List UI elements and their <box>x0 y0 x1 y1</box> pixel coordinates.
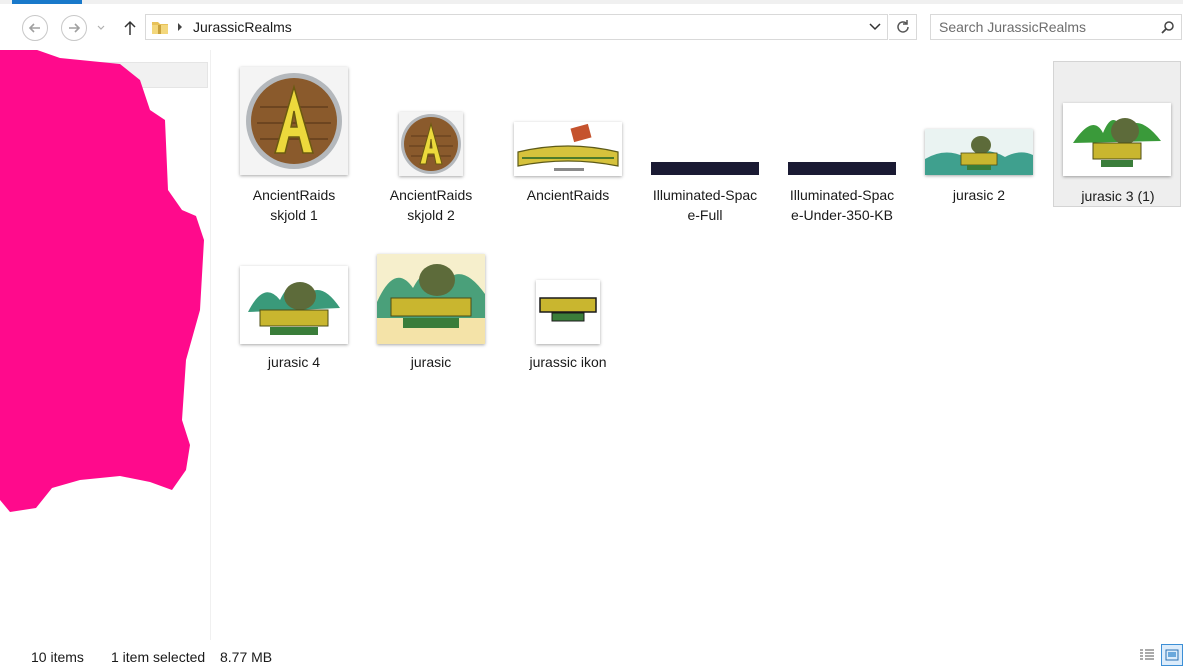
file-item[interactable]: Illuminated-Spac e-Full <box>641 62 769 223</box>
ribbon-file-tab-accent[interactable] <box>12 0 82 4</box>
file-name: jurasic 2 <box>952 187 1006 203</box>
image-thumbnail <box>377 254 485 344</box>
file-item[interactable]: jurasic 4 <box>230 228 358 370</box>
folder-icon <box>152 22 168 34</box>
image-thumbnail <box>514 122 622 176</box>
image-thumbnail <box>399 112 463 176</box>
selection-size: 8.77 MB <box>220 649 273 665</box>
file-item[interactable]: jurasic <box>367 228 495 370</box>
back-button[interactable] <box>22 15 48 41</box>
search-icon[interactable] <box>1161 20 1175 34</box>
arrow-right-icon <box>69 23 81 33</box>
up-arrow-icon[interactable] <box>120 18 140 38</box>
file-name: jurasic 3 (1) <box>1081 188 1155 204</box>
image-thumbnail <box>651 162 759 175</box>
file-name: Illuminated-Spac e-Full <box>652 187 758 223</box>
refresh-button[interactable] <box>889 14 917 40</box>
chevron-down-icon[interactable] <box>869 23 881 31</box>
file-item[interactable]: AncientRaids skjold 2 <box>367 62 495 223</box>
details-view-icon <box>1140 649 1154 660</box>
file-name: jurasic <box>410 354 452 370</box>
file-list[interactable]: AncientRaids skjold 1 AncientRaids skjol… <box>211 50 1183 640</box>
breadcrumb-current-folder[interactable]: JurassicRealms <box>193 19 292 35</box>
navigation-bar: JurassicRealms <box>0 6 1183 48</box>
item-count: 10 items <box>31 649 84 665</box>
forward-button[interactable] <box>61 15 87 41</box>
image-thumbnail <box>536 280 600 344</box>
image-thumbnail <box>925 129 1033 175</box>
redaction-scribble <box>0 50 204 512</box>
file-name: AncientRaids skjold 1 <box>252 187 336 223</box>
file-item[interactable]: jurasic 2 <box>915 62 1043 203</box>
file-name: AncientRaids skjold 2 <box>389 187 473 223</box>
file-name: jurasic 4 <box>267 354 321 370</box>
selection-info: 1 item selected <box>111 649 206 665</box>
chevron-right-icon[interactable] <box>176 22 184 32</box>
arrow-left-icon <box>28 23 40 33</box>
file-name: AncientRaids <box>526 187 610 203</box>
navigation-pane[interactable] <box>0 50 211 640</box>
file-item[interactable]: Illuminated-Spac e-Under-350-KB <box>778 62 906 223</box>
file-name: Illuminated-Spac e-Under-350-KB <box>789 187 895 223</box>
title-strip <box>0 0 1183 4</box>
search-box[interactable] <box>930 14 1182 40</box>
recent-locations-dropdown-icon[interactable] <box>96 22 106 32</box>
image-thumbnail <box>240 67 348 175</box>
refresh-icon <box>896 20 909 33</box>
address-bar[interactable]: JurassicRealms <box>145 14 888 40</box>
file-item[interactable]: AncientRaids skjold 1 <box>230 62 358 223</box>
image-thumbnail <box>788 162 896 175</box>
status-bar: 10 items 1 item selected 8.77 MB <box>0 640 1183 670</box>
details-view-button[interactable] <box>1136 644 1158 666</box>
large-icons-view-icon <box>1165 649 1179 661</box>
image-thumbnail <box>240 266 348 344</box>
file-name: jurassic ikon <box>529 354 607 370</box>
large-icons-view-button[interactable] <box>1161 644 1183 666</box>
file-item-selected[interactable]: jurasic 3 (1) <box>1053 61 1181 207</box>
file-item[interactable]: AncientRaids <box>504 62 632 203</box>
search-input[interactable] <box>939 18 1149 36</box>
file-item[interactable]: jurassic ikon <box>504 228 632 370</box>
image-thumbnail <box>1063 103 1171 176</box>
